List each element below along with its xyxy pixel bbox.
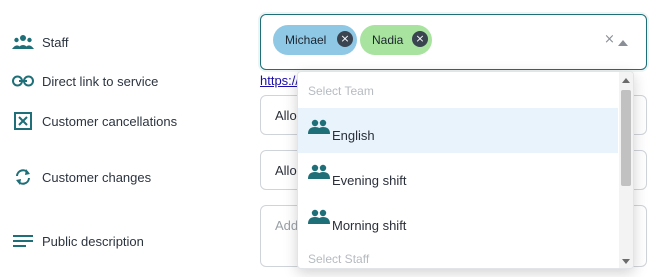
dropdown-option-morning-shift[interactable]: Morning shift: [298, 198, 618, 243]
remove-chip-icon[interactable]: ×: [412, 31, 428, 47]
chip-label: Michael: [285, 33, 327, 47]
customer-changes-label: Customer changes: [42, 169, 152, 185]
chip-label: Nadia: [372, 33, 404, 47]
description-placeholder: Add: [275, 218, 299, 233]
public-description-label-row: Public description: [12, 231, 144, 251]
staff-chip-nadia: Nadia ×: [360, 25, 432, 55]
scroll-up-arrow-icon[interactable]: [622, 78, 630, 83]
changes-value: Allo: [275, 162, 297, 178]
text-lines-icon: [12, 231, 34, 251]
caret-up-icon[interactable]: [618, 40, 628, 46]
direct-link-label: Direct link to service: [42, 73, 159, 89]
staff-label: Staff: [42, 34, 69, 50]
close-box-icon: [12, 111, 34, 131]
public-description-label: Public description: [42, 233, 144, 249]
option-label: English: [332, 128, 375, 143]
direct-link-value[interactable]: https://: [260, 73, 300, 88]
group-header-team: Select Team: [308, 84, 374, 98]
dropdown-scrollbar[interactable]: [619, 72, 633, 268]
scroll-down-arrow-icon[interactable]: [622, 259, 630, 264]
cancellations-value: Allo: [275, 107, 297, 123]
users-icon: [12, 32, 34, 52]
team-icon: [308, 164, 330, 183]
staff-dropdown-menu: Select Team English Evening shift Mornin…: [297, 71, 634, 269]
clear-selection-icon[interactable]: ×: [604, 32, 615, 47]
option-label: Evening shift: [332, 173, 407, 188]
team-icon: [308, 119, 330, 138]
dropdown-option-english[interactable]: English: [298, 108, 618, 153]
staff-chip-michael: Michael ×: [273, 25, 357, 55]
customer-changes-label-row: Customer changes: [12, 167, 151, 187]
scrollbar-thumb[interactable]: [621, 90, 631, 186]
group-header-staff: Select Staff: [308, 252, 370, 266]
staff-multiselect[interactable]: Michael × Nadia × ×: [260, 14, 647, 70]
refresh-icon: [12, 167, 34, 187]
staff-label-row: Staff: [12, 32, 69, 52]
customer-cancellations-label: Customer cancellations: [42, 113, 178, 129]
dropdown-option-evening-shift[interactable]: Evening shift: [298, 153, 618, 198]
direct-link-label-row: Direct link to service: [12, 71, 158, 91]
remove-chip-icon[interactable]: ×: [337, 31, 353, 47]
team-icon: [308, 209, 330, 228]
link-icon: [12, 71, 34, 91]
option-label: Morning shift: [332, 218, 407, 233]
customer-cancellations-label-row: Customer cancellations: [12, 111, 177, 131]
